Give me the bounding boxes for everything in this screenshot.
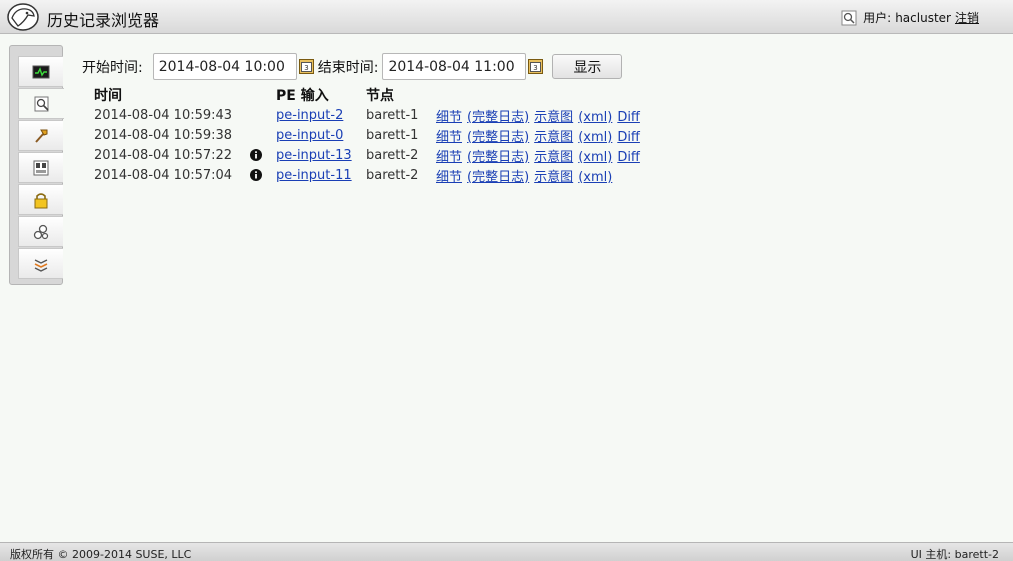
table-row: 2014-08-04 10:59:38 pe-input-0 barett-1 细节 (… (88, 125, 651, 145)
footer-bar: 版权所有 © 2009-2014 SUSE, LLC UI 主机: barett… (0, 542, 1013, 561)
xml-link[interactable]: (xml) (578, 110, 612, 125)
row-info (242, 145, 270, 165)
wizard-icon (34, 258, 48, 272)
sidebar-item-resources[interactable] (18, 152, 63, 183)
user-label: 用户: (863, 11, 892, 25)
calendar-icon[interactable]: 3 (298, 59, 314, 74)
pe-input-link[interactable]: pe-input-2 (276, 108, 343, 123)
details-link[interactable]: 细节 (436, 110, 462, 125)
header-bar: 历史记录浏览器 用户: hacluster 注销 (0, 0, 1013, 34)
column-header-time: 时间 (94, 88, 122, 104)
column-header-info (242, 85, 270, 105)
xml-link[interactable]: (xml) (578, 130, 612, 145)
logout-link[interactable]: 注销 (955, 9, 979, 26)
user-area: 用户: hacluster 注销 (841, 9, 979, 26)
end-time-label: 结束时间: (317, 59, 379, 76)
row-time: 2014-08-04 10:57:04 (94, 167, 233, 183)
ui-host-value: barett-2 (954, 548, 999, 561)
sidebar-item-tools[interactable] (18, 120, 63, 151)
graph-link[interactable]: 示意图 (534, 110, 573, 125)
history-explorer-icon (34, 96, 49, 111)
diff-link[interactable]: Diff (617, 150, 640, 165)
sidebar-item-history[interactable] (18, 88, 64, 119)
start-time-label: 开始时间: (82, 59, 143, 76)
row-node: barett-2 (366, 147, 419, 163)
user-search-icon (841, 10, 857, 25)
full-log-link[interactable]: (完整日志) (467, 150, 529, 165)
pe-input-link[interactable]: pe-input-13 (276, 148, 352, 163)
history-table: 时间 PE 输入 节点 2014-08-04 10:59:43 pe-input-… (88, 85, 651, 185)
row-info (242, 105, 270, 125)
full-log-link[interactable]: (完整日志) (467, 170, 529, 185)
row-actions: 细节 (完整日志) 示意图 (xml) (430, 165, 651, 185)
graph-link[interactable]: 示意图 (534, 150, 573, 165)
hawk-logo-icon (7, 3, 39, 31)
details-link[interactable]: 细节 (436, 130, 462, 145)
sidebar-item-access-control[interactable] (18, 184, 63, 215)
row-node: barett-1 (366, 127, 419, 143)
diff-link[interactable]: Diff (617, 110, 640, 125)
sidebar-item-status[interactable] (18, 56, 63, 87)
svg-text:3: 3 (304, 64, 308, 72)
table-row: 2014-08-04 10:57:04 pe-input-11 barett-2 细节… (88, 165, 651, 185)
pe-input-link[interactable]: pe-input-11 (276, 168, 352, 183)
table-row: 2014-08-04 10:59:43 pe-input-2 barett-1 细节 (… (88, 105, 651, 125)
column-header-pe-input: PE 输入 (276, 88, 329, 104)
time-filter: 开始时间: 3 结束时间: 3 显示 (82, 53, 623, 80)
table-header-row: 时间 PE 输入 节点 (88, 85, 651, 105)
resources-icon (33, 160, 49, 175)
row-info (242, 165, 270, 185)
sidebar-item-configuration[interactable] (18, 216, 63, 247)
ui-host-label: UI 主机: (910, 548, 952, 561)
end-time-input[interactable] (382, 53, 527, 80)
row-time: 2014-08-04 10:59:38 (94, 127, 233, 143)
start-time-input[interactable] (152, 53, 297, 80)
diff-link[interactable]: Diff (617, 130, 640, 145)
full-log-link[interactable]: (完整日志) (467, 110, 529, 125)
table-row: 2014-08-04 10:57:22 pe-input-13 barett-2 细节… (88, 145, 651, 165)
full-log-link[interactable]: (完整日志) (467, 130, 529, 145)
pe-input-link[interactable]: pe-input-0 (276, 128, 343, 143)
show-button[interactable]: 显示 (552, 54, 623, 79)
lock-icon (34, 192, 48, 208)
sidebar-item-wizard[interactable] (18, 248, 63, 279)
graph-link[interactable]: 示意图 (534, 170, 573, 185)
xml-link[interactable]: (xml) (578, 150, 612, 165)
svg-text:3: 3 (534, 64, 538, 72)
row-info (242, 125, 270, 145)
status-icon (32, 65, 50, 78)
column-header-node: 节点 (366, 88, 394, 104)
row-actions: 细节 (完整日志) 示意图 (xml) Diff (430, 125, 651, 145)
graph-link[interactable]: 示意图 (534, 130, 573, 145)
row-node: barett-1 (366, 107, 419, 123)
row-node: barett-2 (366, 167, 419, 183)
row-actions: 细节 (完整日志) 示意图 (xml) Diff (430, 105, 651, 125)
ui-host: UI 主机: barett-2 (911, 546, 999, 561)
info-icon[interactable] (250, 169, 262, 181)
copyright-text: 版权所有 © 2009-2014 SUSE, LLC (10, 548, 192, 561)
row-time: 2014-08-04 10:59:43 (94, 107, 233, 123)
row-actions: 细节 (完整日志) 示意图 (xml) Diff (430, 145, 651, 165)
column-header-actions (430, 85, 651, 105)
info-icon[interactable] (250, 149, 262, 161)
details-link[interactable]: 细节 (436, 170, 462, 185)
xml-link[interactable]: (xml) (578, 170, 612, 185)
username: hacluster (895, 10, 951, 25)
sidebar (9, 45, 64, 285)
row-time: 2014-08-04 10:57:22 (94, 147, 233, 163)
page-title: 历史记录浏览器 (47, 11, 160, 30)
tools-icon (35, 129, 48, 143)
cogs-icon (33, 224, 49, 239)
calendar-icon[interactable]: 3 (528, 59, 544, 74)
details-link[interactable]: 细节 (436, 150, 462, 165)
